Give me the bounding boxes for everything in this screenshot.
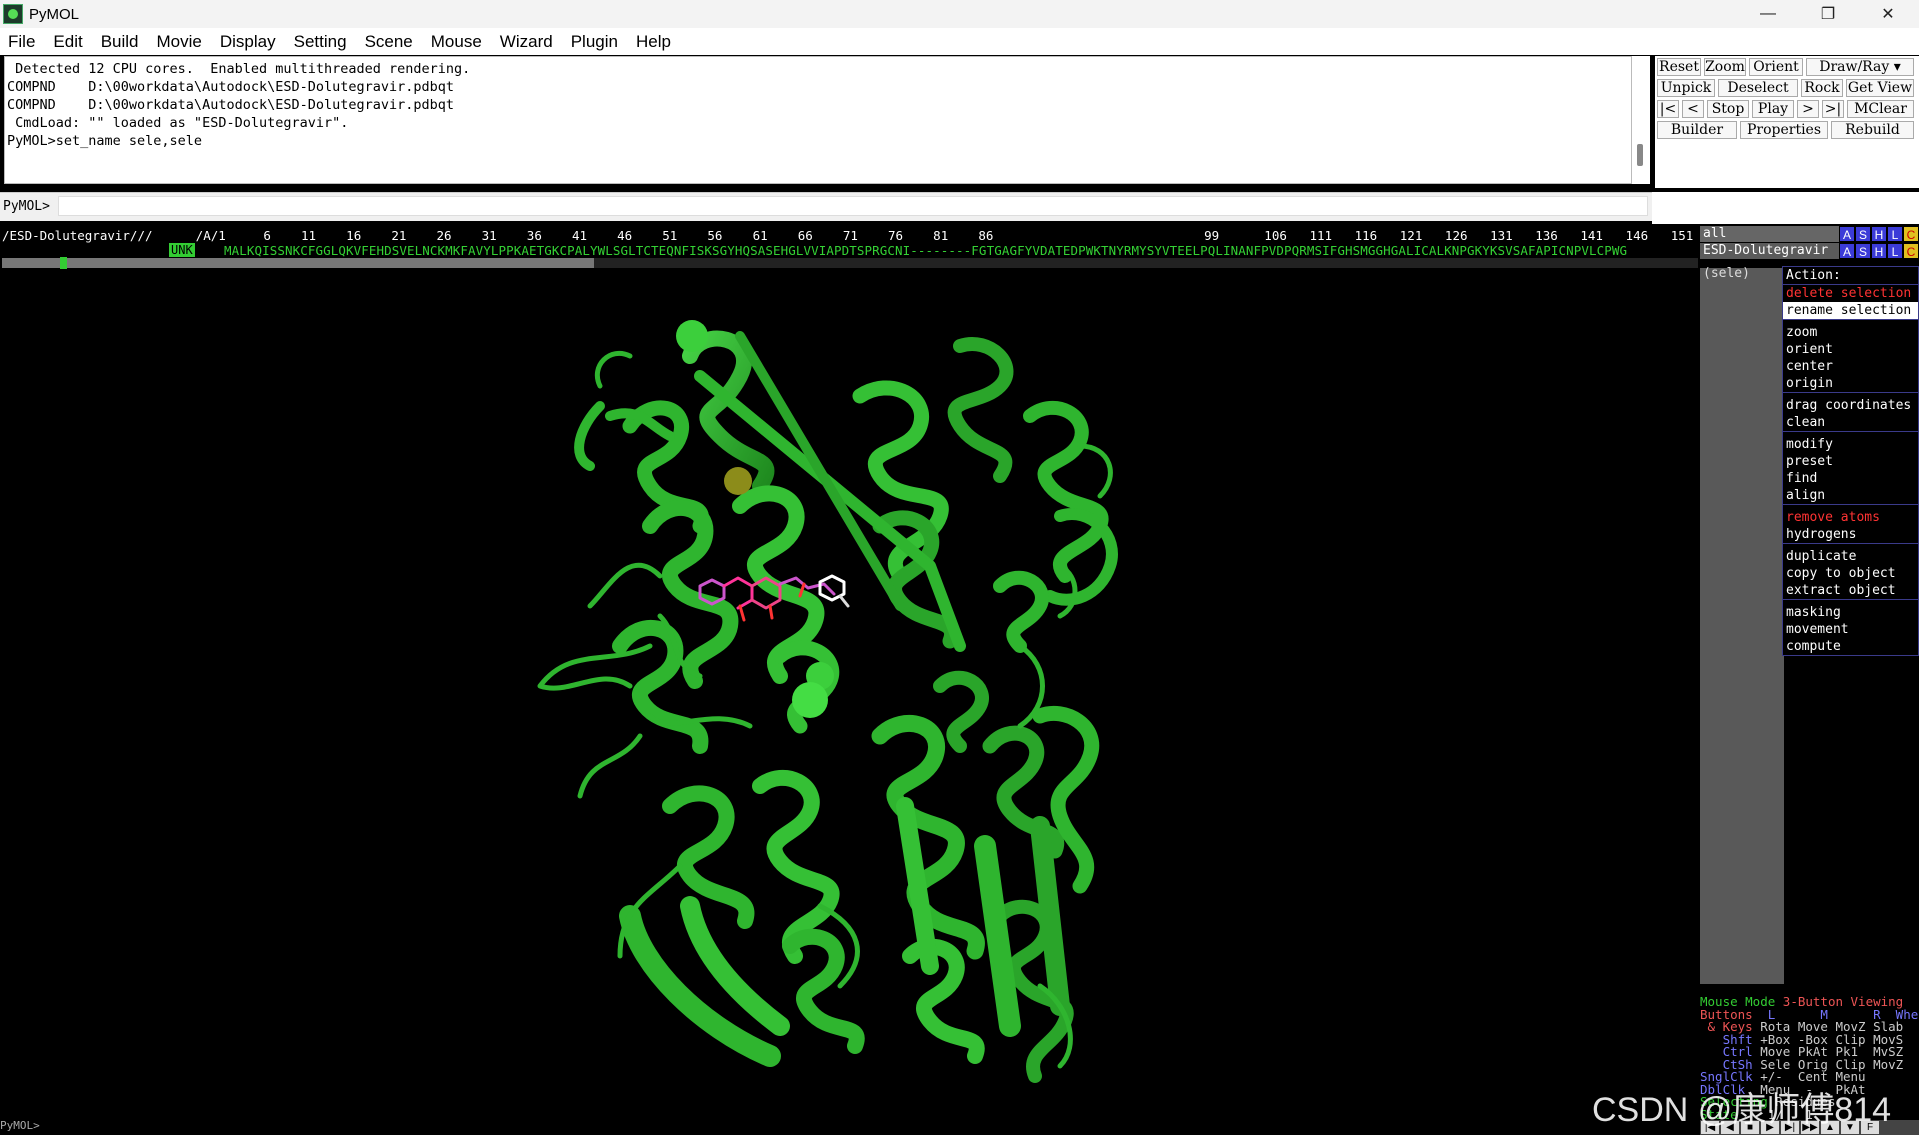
- color-button[interactable]: C: [1903, 226, 1919, 242]
- forward-button[interactable]: >: [1797, 100, 1819, 118]
- minimize-icon[interactable]: —: [1739, 0, 1797, 28]
- sequence-numbers: /A/1 6 11 16 21 26 31 36 41 46 51 56 61 …: [195, 228, 1694, 243]
- object-name: all: [1703, 226, 1727, 241]
- protein-cartoon[interactable]: [0, 266, 1700, 1116]
- menu-title: Action:: [1783, 267, 1918, 285]
- window-title: PyMOL: [29, 5, 80, 23]
- show-button[interactable]: S: [1855, 226, 1871, 242]
- selection-row-sele[interactable]: (sele): [1703, 266, 1750, 281]
- menu-duplicate[interactable]: duplicate: [1783, 548, 1918, 565]
- draw-ray-button[interactable]: Draw/Ray ▾: [1806, 58, 1914, 76]
- orient-button[interactable]: Orient: [1749, 58, 1803, 76]
- get-view-button[interactable]: Get View: [1846, 79, 1914, 97]
- label-button[interactable]: L: [1887, 243, 1903, 259]
- menu-plugin[interactable]: Plugin: [562, 32, 627, 52]
- action-popup-menu: Action: delete selection rename selectio…: [1782, 266, 1919, 656]
- menu-align[interactable]: align: [1783, 487, 1918, 504]
- menu-center[interactable]: center: [1783, 358, 1918, 375]
- end-button[interactable]: >|: [1822, 100, 1844, 118]
- viewer-command-prompt[interactable]: PyMOL>: [0, 1119, 1700, 1135]
- menu-build[interactable]: Build: [92, 32, 148, 52]
- hide-button[interactable]: H: [1871, 243, 1887, 259]
- reset-button[interactable]: Reset: [1657, 58, 1701, 76]
- control-buttons-panel: Reset Zoom Orient Draw/Ray ▾ Unpick Dese…: [1655, 56, 1919, 188]
- menu-zoom[interactable]: zoom: [1783, 324, 1918, 341]
- title-bar: PyMOL — ❐ ✕: [0, 0, 1919, 28]
- object-name: ESD-Dolutegravir: [1703, 243, 1829, 258]
- sequence-object-label: /ESD-Dolutegravir///: [2, 228, 153, 243]
- ligand-residue-unk[interactable]: UNK: [169, 243, 195, 257]
- sequence-residues[interactable]: MALKQISSNKCFGGLQKVFEHDSVELNCKMKFAVYLPPKA…: [224, 243, 1627, 258]
- log-line: CmdLoad: "" loaded as "ESD-Dolutegravir"…: [7, 115, 349, 131]
- menu-movie[interactable]: Movie: [148, 32, 211, 52]
- rebuild-button[interactable]: Rebuild: [1831, 121, 1914, 139]
- menu-orient[interactable]: orient: [1783, 341, 1918, 358]
- stop-button[interactable]: Stop: [1707, 100, 1749, 118]
- play-button[interactable]: Play: [1752, 100, 1794, 118]
- menu-scene[interactable]: Scene: [356, 32, 422, 52]
- action-button[interactable]: A: [1839, 226, 1855, 242]
- mclear-button[interactable]: MClear: [1847, 100, 1914, 118]
- log-line: PyMOL>set_name sele,sele: [7, 133, 203, 149]
- log-line: COMPND D:\00workdata\Autodock\ESD-Dolute…: [7, 79, 455, 95]
- action-button[interactable]: A: [1839, 243, 1855, 259]
- menu-origin[interactable]: origin: [1783, 375, 1918, 392]
- menu-mouse[interactable]: Mouse: [422, 32, 491, 52]
- rock-button[interactable]: Rock: [1801, 79, 1843, 97]
- object-row-all[interactable]: all A S H L C: [1700, 226, 1919, 242]
- command-prompt: PyMOL>: [3, 199, 50, 214]
- command-input[interactable]: [58, 196, 1648, 216]
- close-icon[interactable]: ✕: [1859, 0, 1917, 28]
- object-row-esd-dolutegravir[interactable]: ESD-Dolutegravir A S H L C: [1700, 243, 1919, 259]
- log-line: COMPND D:\00workdata\Autodock\ESD-Dolute…: [7, 97, 455, 113]
- log-line: Detected 12 CPU cores. Enabled multithre…: [7, 61, 471, 77]
- menu-setting[interactable]: Setting: [285, 32, 356, 52]
- molecule-viewer[interactable]: /A/1 6 11 16 21 26 31 36 41 46 51 56 61 …: [0, 226, 1700, 1119]
- back-button[interactable]: <: [1682, 100, 1704, 118]
- menu-drag-coordinates[interactable]: drag coordinates: [1783, 397, 1918, 414]
- command-line-row: PyMOL>: [0, 192, 1652, 221]
- menu-modify[interactable]: modify: [1783, 436, 1918, 453]
- command-row-spacer: [1652, 192, 1919, 224]
- menu-preset[interactable]: preset: [1783, 453, 1918, 470]
- menu-bar: File Edit Build Movie Display Setting Sc…: [0, 28, 1919, 55]
- show-button[interactable]: S: [1855, 243, 1871, 259]
- watermark-text: CSDN @康师傅814: [1592, 1091, 1892, 1129]
- menu-help[interactable]: Help: [627, 32, 680, 52]
- deselect-button[interactable]: Deselect: [1718, 79, 1798, 97]
- zoom-button[interactable]: Zoom: [1704, 58, 1746, 76]
- builder-button[interactable]: Builder: [1657, 121, 1737, 139]
- menu-rename-selection[interactable]: rename selection: [1783, 302, 1918, 319]
- menu-clean[interactable]: clean: [1783, 414, 1918, 431]
- menu-edit[interactable]: Edit: [44, 32, 91, 52]
- output-log[interactable]: Detected 12 CPU cores. Enabled multithre…: [4, 56, 1632, 184]
- menu-copy-to-object[interactable]: copy to object: [1783, 565, 1918, 582]
- log-scrollbar[interactable]: [1632, 56, 1650, 184]
- menu-remove-atoms[interactable]: remove atoms: [1783, 509, 1918, 526]
- restore-icon[interactable]: ❐: [1799, 0, 1857, 28]
- menu-find[interactable]: find: [1783, 470, 1918, 487]
- menu-extract-object[interactable]: extract object: [1783, 582, 1918, 599]
- hide-button[interactable]: H: [1871, 226, 1887, 242]
- color-button[interactable]: C: [1903, 243, 1919, 259]
- rewind-button[interactable]: |<: [1657, 100, 1679, 118]
- menu-movement[interactable]: movement: [1783, 621, 1918, 638]
- pymol-logo-icon: [3, 4, 23, 24]
- object-list-background: [1700, 268, 1784, 984]
- menu-masking[interactable]: masking: [1783, 604, 1918, 621]
- menu-compute[interactable]: compute: [1783, 638, 1918, 655]
- scrollbar-thumb[interactable]: [1637, 144, 1643, 166]
- menu-wizard[interactable]: Wizard: [491, 32, 562, 52]
- properties-button[interactable]: Properties: [1740, 121, 1828, 139]
- menu-delete-selection[interactable]: delete selection: [1783, 285, 1918, 302]
- menu-hydrogens[interactable]: hydrogens: [1783, 526, 1918, 543]
- label-button[interactable]: L: [1887, 226, 1903, 242]
- unpick-button[interactable]: Unpick: [1657, 79, 1715, 97]
- menu-file[interactable]: File: [0, 32, 44, 52]
- menu-display[interactable]: Display: [211, 32, 285, 52]
